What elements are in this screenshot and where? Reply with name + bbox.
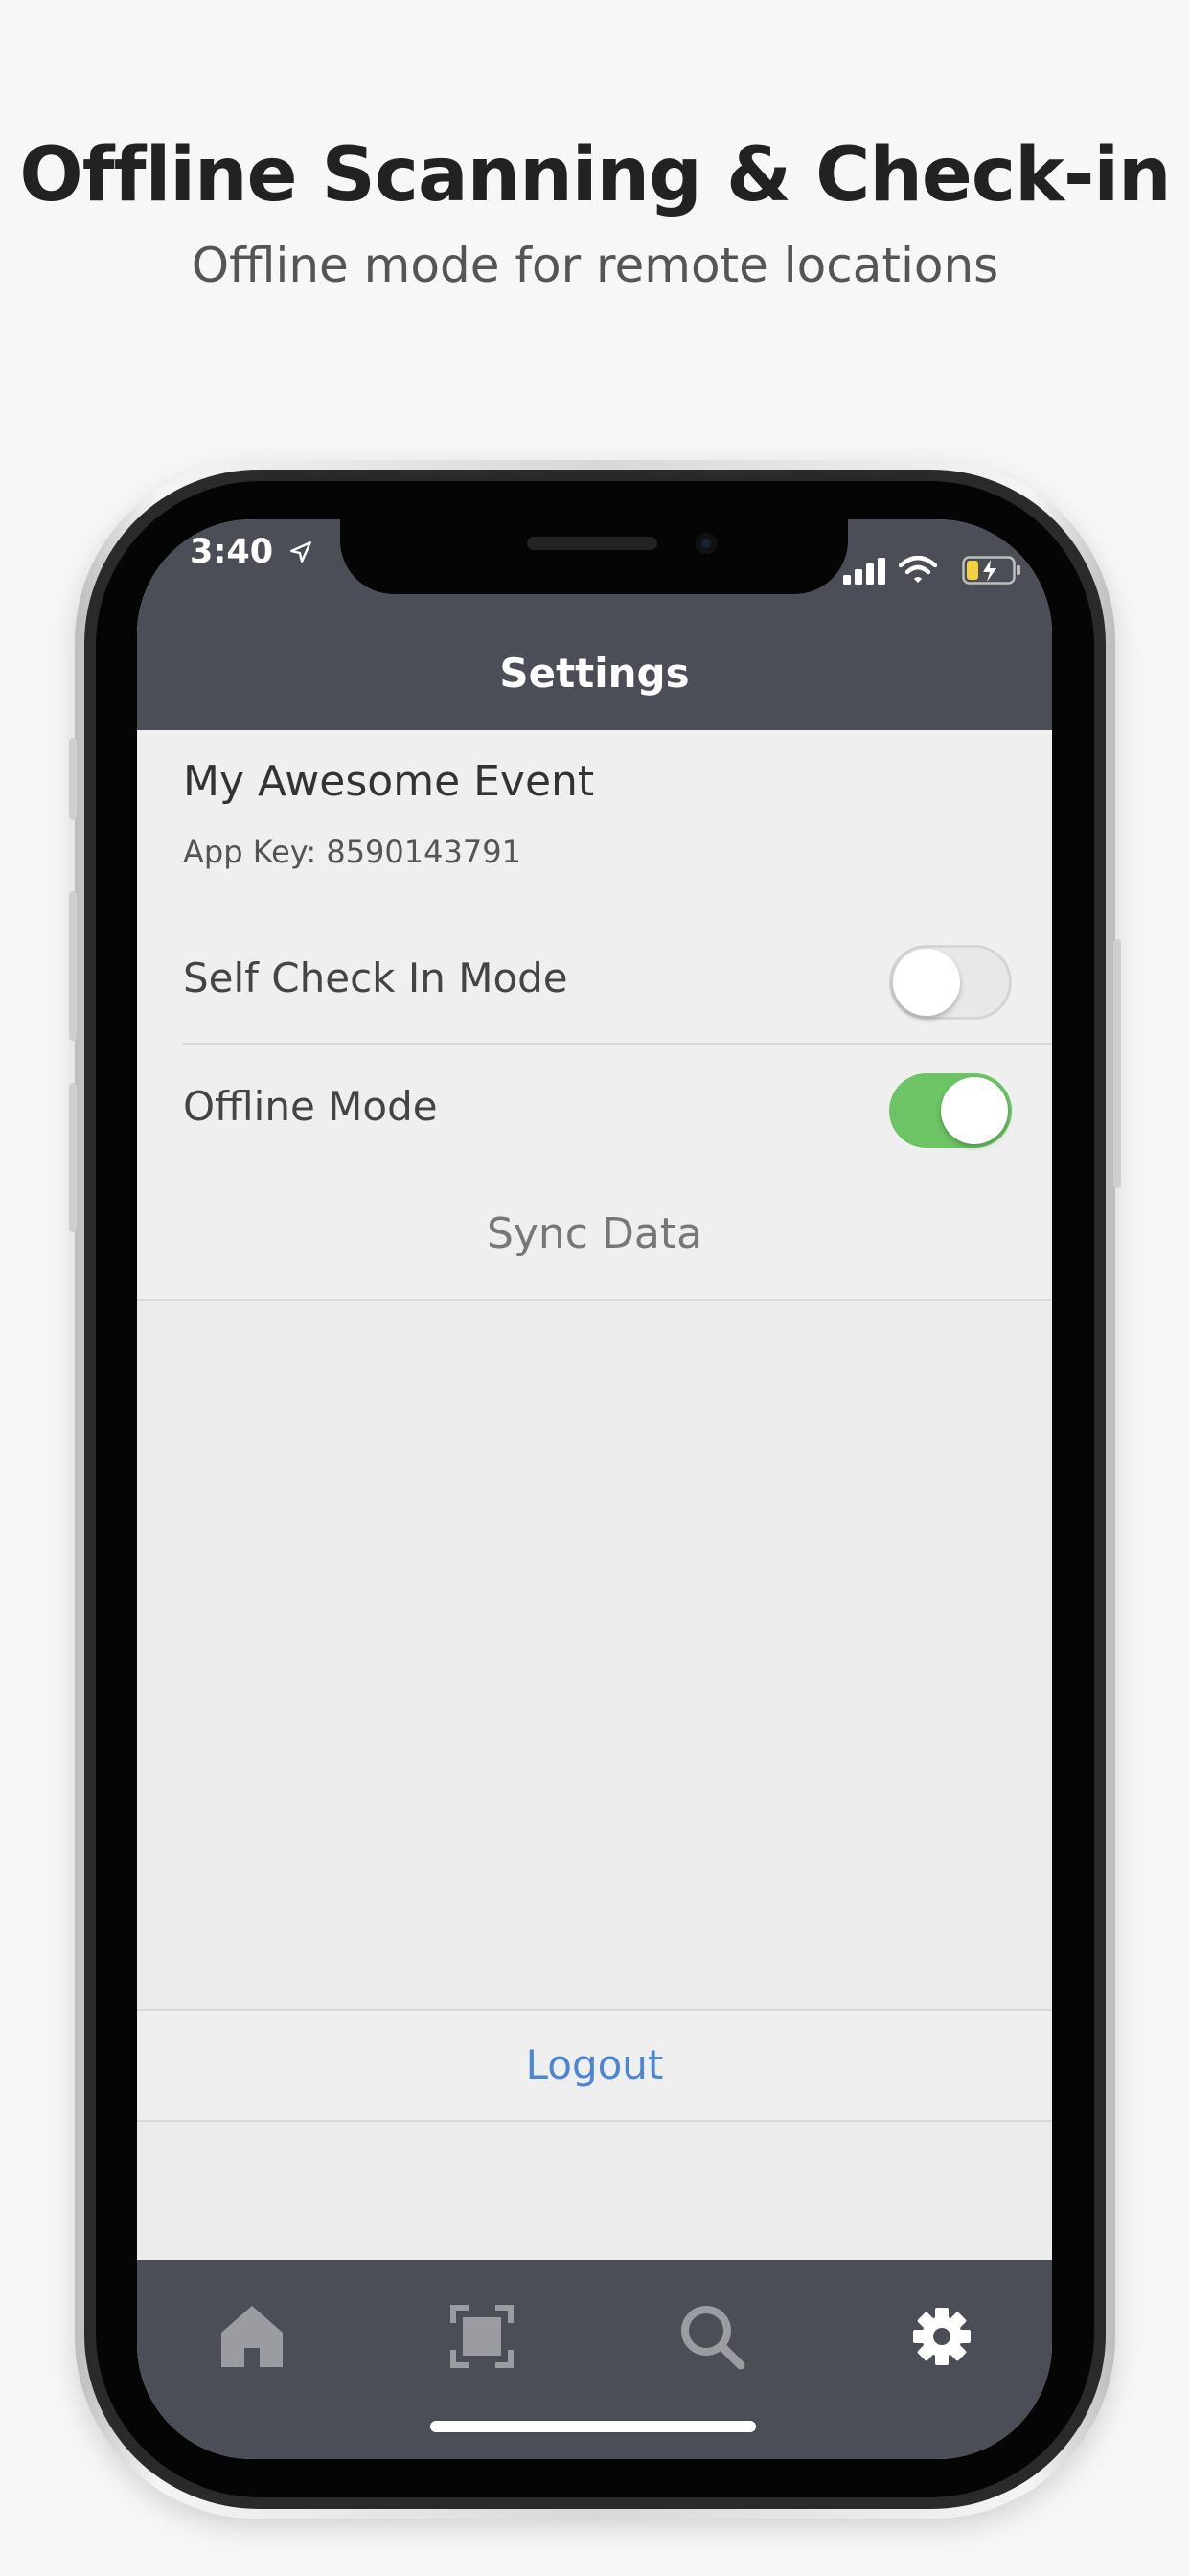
home-indicator[interactable] <box>430 2421 756 2432</box>
marketing-headline: Offline Scanning & Check-in <box>19 132 1171 218</box>
event-name: My Awesome Event <box>183 757 595 806</box>
wifi-icon <box>899 556 937 583</box>
volume-up-button <box>69 891 77 1041</box>
phone-screen: 3:40 Settings My Awesome Event App Key: … <box>137 519 1052 2459</box>
search-icon <box>681 2306 745 2370</box>
toggle-knob <box>941 1077 1008 1144</box>
phone-notch <box>340 519 848 594</box>
tab-settings[interactable] <box>894 2288 990 2384</box>
tab-home[interactable] <box>204 2288 300 2384</box>
phone-camera <box>696 533 717 554</box>
setting-label: Offline Mode <box>183 1083 438 1130</box>
sync-data-button[interactable]: Sync Data <box>137 1171 1052 1301</box>
setting-row-offline-mode: Offline Mode <box>137 1045 1052 1173</box>
sync-data-label: Sync Data <box>486 1209 703 1258</box>
self-check-in-toggle[interactable] <box>889 945 1012 1020</box>
status-time: 3:40 <box>190 533 313 571</box>
toggle-knob <box>893 949 960 1016</box>
app-key: App Key: 8590143791 <box>183 834 521 870</box>
home-icon <box>221 2306 283 2367</box>
gear-icon <box>913 2308 971 2365</box>
battery-charging-icon <box>962 556 1020 585</box>
side-button <box>69 738 77 820</box>
nav-title: Settings <box>499 650 690 697</box>
logout-label: Logout <box>525 2041 664 2088</box>
signal-icon <box>843 558 885 585</box>
setting-label: Self Check In Mode <box>183 954 568 1001</box>
location-arrow-icon <box>290 541 312 563</box>
offline-mode-toggle[interactable] <box>889 1073 1012 1148</box>
tab-search[interactable] <box>664 2288 760 2384</box>
volume-down-button <box>69 1083 77 1232</box>
power-button <box>1113 939 1121 1188</box>
scan-icon <box>450 2305 514 2368</box>
setting-row-self-check-in: Self Check In Mode <box>137 916 1052 1045</box>
tab-scan[interactable] <box>434 2288 530 2384</box>
phone-speaker <box>527 537 657 550</box>
logout-button[interactable]: Logout <box>137 2009 1052 2122</box>
marketing-subheadline: Offline mode for remote locations <box>191 238 999 293</box>
